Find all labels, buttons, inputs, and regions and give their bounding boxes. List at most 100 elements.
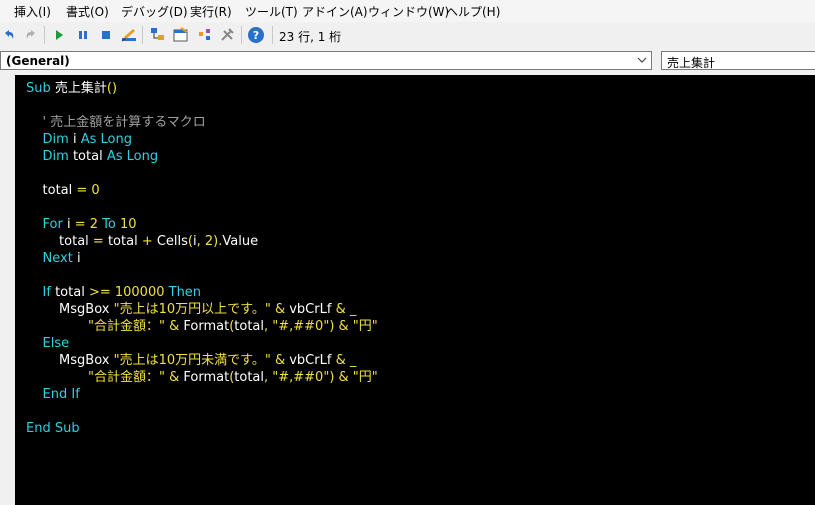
code-line[interactable]: "合計金額：" & Format(total, "#,##0") & "円" [26,369,378,386]
code-token: 100000 [114,285,169,300]
run-icon[interactable] [50,26,68,44]
toolbox-icon[interactable] [219,26,237,44]
code-window-header: (General) 売上集計 [0,50,815,73]
object-dropdown-value: (General) [6,54,70,68]
chevron-down-icon [637,52,647,72]
undo-icon[interactable] [0,26,18,44]
code-token: To [102,217,120,232]
code-token: ' 売上金額を計算するマクロ [42,115,206,130]
code-token: & [169,319,184,334]
code-token: 2 [204,234,214,249]
code-token: i [66,217,75,232]
code-token: End Sub [26,421,80,436]
code-line[interactable]: "合計金額：" & Format(total, "#,##0") & "円" [26,318,378,335]
object-dropdown[interactable]: (General) [0,51,652,70]
code-token: "合計金額：" [88,319,170,334]
code-token: & _ [335,353,357,368]
code-token: = [74,217,90,232]
project-explorer-icon[interactable] [149,26,167,44]
code-token: Dim [42,132,73,147]
code-line[interactable] [26,403,378,420]
code-line[interactable]: End If [26,386,378,403]
code-token: End If [42,387,80,402]
code-line[interactable]: MsgBox "売上は10万円未満です。" & vbCrLf & _ [26,352,378,369]
code-line[interactable]: Else [26,335,378,352]
menu-run[interactable]: 実行(R) [190,3,232,20]
code-line[interactable]: total = 0 [26,182,378,199]
standard-toolbar: ? 23 行, 1 桁 [0,22,470,56]
help-icon[interactable]: ? [247,26,265,44]
properties-icon[interactable] [172,26,190,44]
code-token: As Long [106,149,159,164]
menu-insert[interactable]: 挿入(I) [14,3,51,20]
code-token: For [42,217,67,232]
code-token: Else [42,336,70,351]
code-line[interactable]: For i = 2 To 10 [26,216,378,233]
toolbar-overflow-icon[interactable] [459,42,467,56]
code-token: If [42,285,56,300]
code-token: total [26,234,93,249]
code-line[interactable]: MsgBox "売上は10万円以上です。" & vbCrLf & _ [26,301,378,318]
toolbar-separator [241,26,242,44]
code-line[interactable] [26,199,378,216]
code-line[interactable] [26,267,378,284]
code-token: & [274,302,290,317]
toolbar-separator [44,26,45,44]
code-token: + [141,234,157,249]
code-token: "#,##0" [272,319,330,334]
code-text[interactable]: Sub 売上集計() ' 売上金額を計算するマクロ Dim i As Long … [26,80,378,437]
code-line[interactable]: ' 売上金額を計算するマクロ [26,114,378,131]
menu-format[interactable]: 書式(O) [66,3,109,20]
code-editor[interactable]: Sub 売上集計() ' 売上金額を計算するマクロ Dim i As Long … [15,75,815,505]
menu-addins[interactable]: アドイン(A) [302,3,368,20]
code-line[interactable]: Dim total As Long [26,148,378,165]
code-token: Cells [156,234,188,249]
code-token: total [26,183,77,198]
toolbar-separator [142,26,143,44]
code-token: >= [88,285,115,300]
object-browser-icon[interactable] [196,26,214,44]
code-token: Sub [26,81,55,96]
code-token: MsgBox [26,302,114,317]
code-line[interactable] [26,165,378,182]
code-token: & [274,353,290,368]
menu-debug[interactable]: デバッグ(D) [121,3,188,20]
stop-icon[interactable] [97,26,115,44]
code-token: 売上集計 [54,81,107,96]
menu-tools[interactable]: ツール(T) [245,3,298,20]
menu-bar: 挿入(I) 書式(O) デバッグ(D) 実行(R) ツール(T) アドイン(A)… [0,0,815,22]
code-line[interactable]: total = total + Cells(i, 2).Value [26,233,378,250]
code-line[interactable]: Next i [26,250,378,267]
code-line[interactable]: End Sub [26,420,378,437]
code-token: & _ [335,302,357,317]
procedure-dropdown[interactable]: 売上集計 [661,51,815,70]
code-line[interactable] [26,97,378,114]
code-token: Next [42,251,77,266]
code-token: total [234,319,264,334]
toolbar-separator [272,26,273,44]
redo-icon[interactable] [22,26,40,44]
code-token: Then [168,285,202,300]
menu-window[interactable]: ウィンドウ(W) [368,3,449,20]
code-token: total [55,285,89,300]
code-token: Value [222,234,259,249]
code-token: ). [213,234,223,249]
menu-help[interactable]: ヘルプ(H) [446,3,500,20]
code-token: i [76,251,81,266]
code-line[interactable]: If total >= 100000 Then [26,284,378,301]
cursor-position: 23 行, 1 桁 [279,30,342,44]
pause-icon[interactable] [74,26,92,44]
code-token: "売上は10万円未満です。" [113,353,275,368]
code-token: Format [183,319,230,334]
code-line[interactable]: Sub 売上集計() [26,80,378,97]
code-token: "円" [352,319,378,334]
design-mode-icon[interactable] [120,26,138,44]
svg-text:?: ? [253,29,259,42]
code-token: ) & [329,370,353,385]
code-line[interactable]: Dim i As Long [26,131,378,148]
